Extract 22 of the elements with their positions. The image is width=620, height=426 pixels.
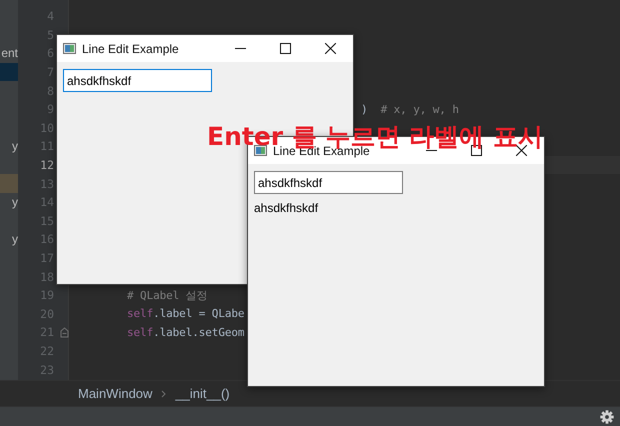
project-tree-item[interactable]: y [12,139,18,154]
project-tree-item[interactable]: y [12,195,18,210]
breadcrumb-item[interactable]: MainWindow [78,386,152,401]
project-tree-item[interactable]: y [12,232,18,246]
line-edit-field[interactable]: ahsdkfhskdf [254,171,403,194]
line-edit-field[interactable]: ahsdkfhskdf [63,69,212,92]
fold-icon[interactable] [60,327,69,338]
window-title: Line Edit Example [82,42,179,56]
maximize-icon [280,43,291,54]
window-icon [63,43,76,54]
chevron-icon [161,390,166,398]
code-line: # QLabel 설정 [126,288,208,303]
project-tree-item[interactable]: ent [1,46,18,60]
code-line: self.label = QLabe [126,307,244,320]
settings-icon[interactable] [600,410,614,424]
label-text: ahsdkfhskdf [254,201,318,215]
close-icon [325,43,336,54]
code-line: self.label.setGeom [126,326,244,339]
line-number: 12 [40,158,54,172]
window-icon [254,145,267,156]
code-line: ) # x, y, w, h [360,102,459,116]
breadcrumb-item[interactable]: __init__() [175,386,230,401]
